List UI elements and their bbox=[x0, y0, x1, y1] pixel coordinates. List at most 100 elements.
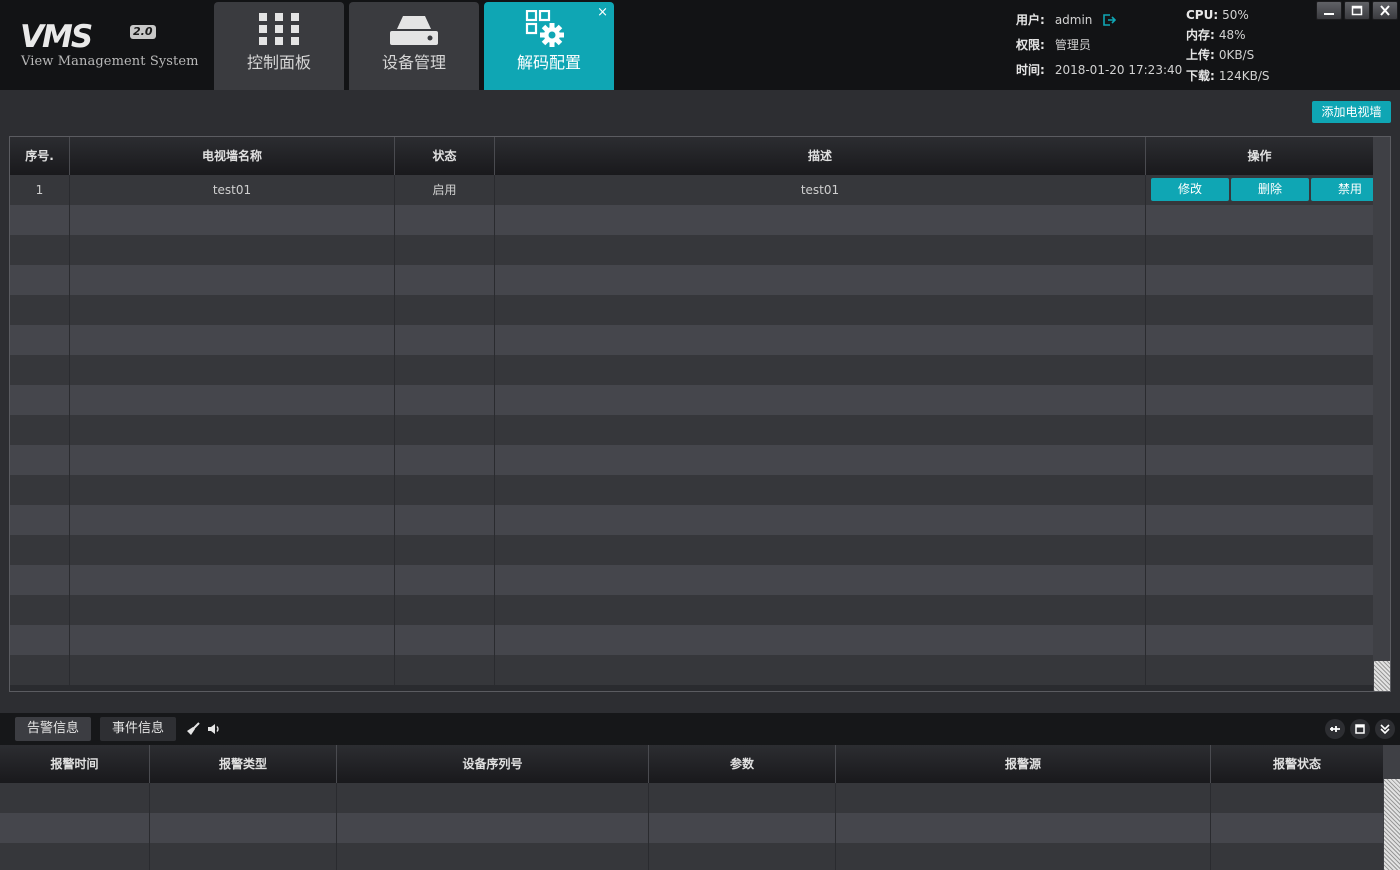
collapse-down-icon bbox=[1380, 724, 1390, 735]
alarm-cell bbox=[1211, 813, 1383, 843]
cell-status bbox=[395, 265, 495, 295]
cell-description bbox=[495, 325, 1146, 355]
alarm-cell bbox=[150, 843, 337, 870]
cpu-value: 50% bbox=[1222, 8, 1249, 22]
cell-description bbox=[495, 655, 1146, 685]
alarm-cell bbox=[337, 843, 649, 870]
scrollbar-thumb[interactable] bbox=[1384, 779, 1400, 870]
alarm-cell bbox=[1211, 783, 1383, 813]
cell-name bbox=[70, 355, 395, 385]
alarm-cell bbox=[836, 783, 1211, 813]
tab-device-management[interactable]: 设备管理 bbox=[349, 2, 479, 90]
cell-description bbox=[495, 505, 1146, 535]
collapse-panel-button[interactable] bbox=[1375, 719, 1395, 739]
cell-name bbox=[70, 415, 395, 445]
add-tv-wall-button[interactable]: 添加电视墙 bbox=[1312, 101, 1391, 123]
user-label: 用户: bbox=[1016, 13, 1045, 27]
restore-panel-button[interactable] bbox=[1350, 719, 1370, 739]
table-row bbox=[10, 385, 1373, 415]
tab-label: 设备管理 bbox=[381, 53, 446, 72]
cell-status bbox=[395, 445, 495, 475]
scrollbar-thumb[interactable] bbox=[1374, 661, 1390, 691]
tab-event-info[interactable]: 事件信息 bbox=[100, 717, 177, 741]
col-header-actions[interactable]: 操作 bbox=[1146, 137, 1373, 175]
cell-description bbox=[495, 385, 1146, 415]
cell-status: 启用 bbox=[395, 175, 495, 205]
cell-description bbox=[495, 205, 1146, 235]
tab-decode-config[interactable]: 解码配置 × bbox=[484, 2, 614, 90]
logo-subtitle: View Management System bbox=[21, 54, 199, 69]
tv-wall-table: 序号. 电视墙名称 状态 描述 操作 1 test01 启用 test01 修改 删除 禁用 bbox=[9, 136, 1391, 692]
cell-status bbox=[395, 625, 495, 655]
logo-version-badge: 2.0 bbox=[130, 25, 156, 39]
col-header-alarm-type[interactable]: 报警类型 bbox=[150, 745, 337, 783]
col-header-name[interactable]: 电视墙名称 bbox=[70, 137, 395, 175]
cell-index bbox=[10, 475, 70, 505]
cell-name bbox=[70, 625, 395, 655]
cell-status bbox=[395, 505, 495, 535]
table-row bbox=[10, 295, 1373, 325]
col-header-parameters[interactable]: 参数 bbox=[649, 745, 836, 783]
table-row bbox=[10, 625, 1373, 655]
maximize-button[interactable] bbox=[1344, 1, 1370, 20]
tab-control-panel[interactable]: 控制面板 bbox=[214, 2, 344, 90]
cell-index bbox=[10, 265, 70, 295]
table-row bbox=[10, 355, 1373, 385]
table-row bbox=[10, 565, 1373, 595]
cell-description bbox=[495, 265, 1146, 295]
delete-button[interactable]: 删除 bbox=[1231, 178, 1309, 201]
alarm-cell bbox=[0, 843, 150, 870]
logo-main-text: VMS bbox=[20, 19, 93, 55]
role-info-row: 权限: 管理员 bbox=[1016, 37, 1091, 53]
alarm-cell bbox=[836, 813, 1211, 843]
col-header-alarm-source[interactable]: 报警源 bbox=[836, 745, 1211, 783]
cell-status bbox=[395, 295, 495, 325]
cell-status bbox=[395, 655, 495, 685]
cell-name bbox=[70, 265, 395, 295]
alarm-table-row bbox=[0, 783, 1383, 813]
tab-alarm-info[interactable]: 告警信息 bbox=[15, 717, 92, 741]
table-row bbox=[10, 505, 1373, 535]
minimize-icon bbox=[1324, 13, 1334, 15]
col-header-index[interactable]: 序号. bbox=[10, 137, 70, 175]
clear-brush-icon[interactable] bbox=[185, 721, 201, 737]
cell-name bbox=[70, 535, 395, 565]
cell-actions bbox=[1146, 235, 1373, 265]
col-header-alarm-status[interactable]: 报警状态 bbox=[1211, 745, 1383, 783]
col-header-description[interactable]: 描述 bbox=[495, 137, 1146, 175]
col-header-alarm-time[interactable]: 报警时间 bbox=[0, 745, 150, 783]
memory-value: 48% bbox=[1218, 28, 1246, 42]
table-row[interactable]: 1 test01 启用 test01 修改 删除 禁用 bbox=[10, 175, 1389, 205]
logout-icon[interactable] bbox=[1102, 13, 1117, 27]
alarm-table: 报警时间 报警类型 设备序列号 参数 报警源 报警状态 bbox=[0, 745, 1400, 870]
cell-index bbox=[10, 445, 70, 475]
cell-actions bbox=[1146, 295, 1373, 325]
alarm-table-scrollbar[interactable] bbox=[1383, 745, 1400, 870]
cell-actions bbox=[1146, 565, 1373, 595]
table-scrollbar[interactable] bbox=[1373, 137, 1390, 691]
pin-button[interactable] bbox=[1325, 719, 1345, 739]
table-row bbox=[10, 475, 1373, 505]
time-info-row: 时间: 2018-01-20 17:23:40 bbox=[1016, 62, 1182, 78]
close-window-button[interactable] bbox=[1372, 1, 1398, 20]
cell-status bbox=[395, 385, 495, 415]
cell-index bbox=[10, 595, 70, 625]
tab-close-icon[interactable]: × bbox=[597, 6, 608, 20]
speaker-icon[interactable] bbox=[206, 721, 222, 737]
top-bar: VMS 2.0 View Management System 控制面板 设备管理 bbox=[0, 0, 1400, 90]
col-header-device-serial[interactable]: 设备序列号 bbox=[337, 745, 649, 783]
edit-button[interactable]: 修改 bbox=[1151, 178, 1229, 201]
cell-status bbox=[395, 475, 495, 505]
cell-status bbox=[395, 235, 495, 265]
col-header-status[interactable]: 状态 bbox=[395, 137, 495, 175]
table-row bbox=[10, 265, 1373, 295]
minimize-button[interactable] bbox=[1316, 1, 1342, 20]
cell-index bbox=[10, 625, 70, 655]
cell-actions bbox=[1146, 205, 1373, 235]
cell-index bbox=[10, 295, 70, 325]
cell-actions bbox=[1146, 415, 1373, 445]
table-row bbox=[10, 445, 1373, 475]
cell-description bbox=[495, 595, 1146, 625]
cell-status bbox=[395, 595, 495, 625]
cell-index bbox=[10, 535, 70, 565]
